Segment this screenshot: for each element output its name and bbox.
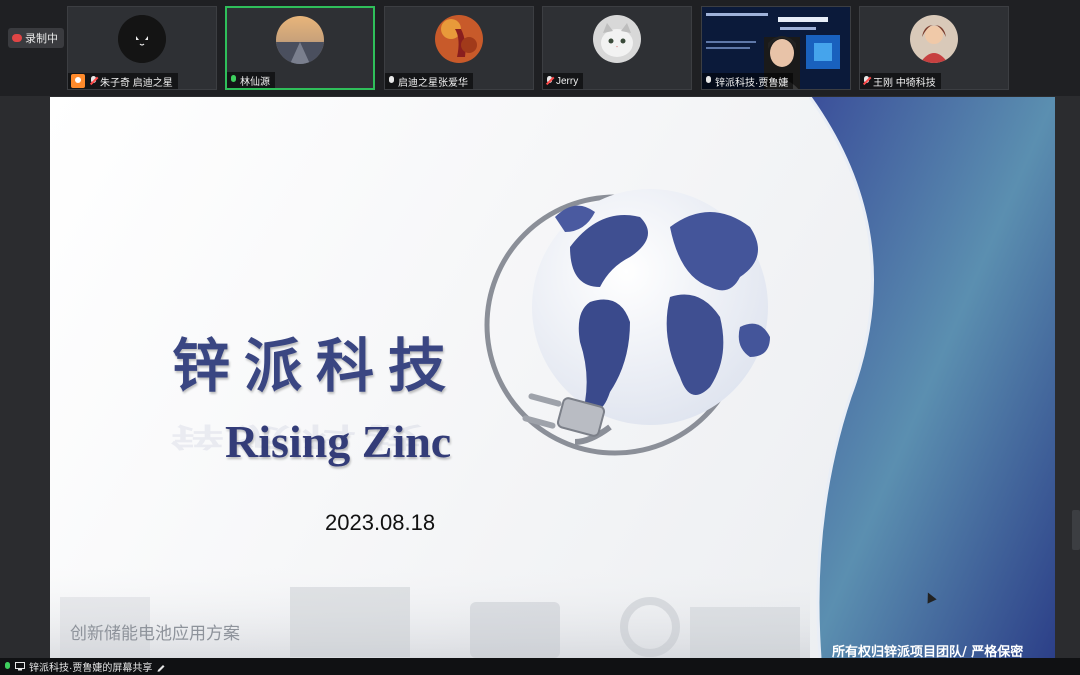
- mic-active-icon: [4, 661, 11, 672]
- participant-namebar: Jerry: [543, 73, 584, 89]
- recording-cloud-icon: [12, 34, 22, 42]
- participant-tile-3[interactable]: 启迪之星张爱华: [384, 6, 534, 90]
- pencil-icon[interactable]: [156, 662, 166, 672]
- slide-date: 2023.08.18: [325, 510, 436, 535]
- participant-strip: 录制中 朱子奇 启迪之星 林仙源 启迪之星张爱华 Jerry 锌派科技·贾鲁婕 …: [0, 0, 1080, 96]
- participant-namebar: 启迪之星张爱华: [385, 73, 473, 89]
- recording-label: 录制中: [25, 33, 58, 45]
- participant-name: 朱子奇 启迪之星: [100, 77, 173, 89]
- slide-title-en: Rising Zinc: [225, 416, 452, 467]
- participant-tile-5[interactable]: 锌派科技·贾鲁婕: [701, 6, 851, 90]
- slide-subtitle: 创新储能电池应用方案: [70, 624, 240, 644]
- participant-namebar: 王刚 中犄科技: [860, 73, 941, 89]
- slide-title-cn: 锌派科技: [172, 332, 461, 400]
- shared-slide: 锌派科技 锌派科技 Rising Zinc 2023.08.18 创新储能电池应…: [50, 97, 1055, 658]
- screen-share-icon: [15, 662, 25, 671]
- road-photo-icon: [276, 16, 324, 64]
- participant-name: 王刚 中犄科技: [873, 77, 936, 89]
- recording-indicator[interactable]: 录制中: [8, 28, 64, 48]
- portrait-avatar-icon: [910, 15, 958, 63]
- participant-tile-4[interactable]: Jerry: [542, 6, 692, 90]
- mic-icon: [705, 76, 712, 86]
- mic-muted-icon: [90, 76, 97, 86]
- screen-share-status-bar: 锌派科技·贾鲁婕的屏幕共享: [0, 658, 1080, 675]
- slide-footer: 所有权归锌派项目团队/ 严格保密: [832, 645, 1024, 658]
- participant-name: 林仙源: [240, 76, 270, 88]
- mic-muted-icon: [546, 76, 553, 86]
- bg-equipment-4: [690, 607, 800, 658]
- participant-namebar: 林仙源: [227, 72, 275, 88]
- participant-tile-6[interactable]: 王刚 中犄科技: [859, 6, 1009, 90]
- side-scroll-handle[interactable]: [1072, 510, 1080, 550]
- participant-name: Jerry: [556, 75, 579, 87]
- participant-name: 启迪之星张爱华: [398, 77, 468, 89]
- bg-equipment-2: [470, 602, 560, 658]
- cat-photo-icon: [593, 15, 641, 63]
- avatar: [910, 15, 958, 63]
- participant-name: 锌派科技·贾鲁婕: [715, 77, 789, 89]
- bg-equipment-1: [290, 587, 410, 657]
- participant-tile-1[interactable]: 朱子奇 启迪之星: [67, 6, 217, 90]
- host-icon: [71, 74, 85, 88]
- avatar: [593, 15, 641, 63]
- globe-logo: [484, 189, 770, 456]
- participant-tile-2[interactable]: 林仙源: [225, 6, 375, 90]
- avatar: [435, 15, 483, 63]
- mic-active-icon: [230, 75, 237, 85]
- painting-avatar-icon: [435, 15, 483, 63]
- mic-icon: [388, 76, 395, 86]
- screen-share-label: 锌派科技·贾鲁婕的屏幕共享: [29, 663, 153, 674]
- avatar: [118, 15, 166, 63]
- avatar: [276, 16, 324, 64]
- participant-namebar: 朱子奇 启迪之星: [68, 73, 178, 89]
- cat-face-icon: [118, 15, 166, 63]
- mic-muted-icon: [863, 76, 870, 86]
- blue-wave-panel: [810, 97, 1055, 658]
- participant-namebar: 锌派科技·贾鲁婕: [702, 73, 794, 89]
